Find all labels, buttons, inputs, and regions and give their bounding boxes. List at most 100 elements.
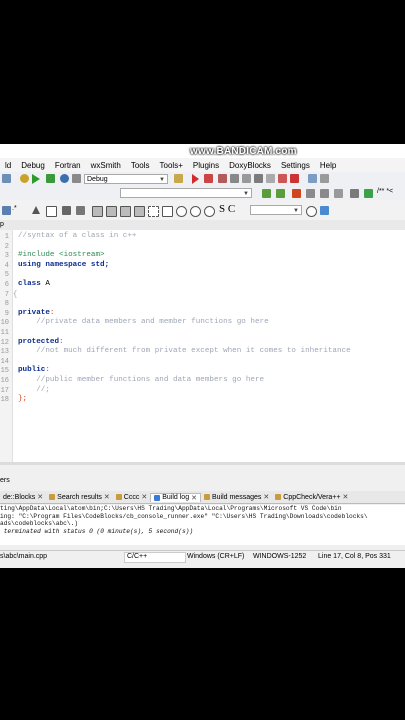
run-icon[interactable] [32, 174, 40, 184]
search-letters[interactable]: S C [219, 203, 235, 215]
rebuild-icon[interactable] [60, 174, 69, 183]
line-number: 17 [0, 386, 9, 395]
close-icon[interactable]: ✕ [191, 494, 197, 502]
close-icon[interactable]: ✕ [263, 493, 269, 501]
close-icon[interactable]: ✕ [104, 493, 110, 501]
zoom-in-icon[interactable] [176, 206, 187, 217]
next-instruction-icon[interactable] [254, 174, 263, 183]
debug-icon[interactable] [192, 174, 199, 184]
zoom-out-icon[interactable] [190, 206, 201, 217]
step-into-icon[interactable] [230, 174, 239, 183]
close-icon[interactable]: ✕ [141, 493, 147, 501]
regex-icon[interactable]: .* [12, 205, 17, 212]
menu-item[interactable]: Debug [16, 161, 50, 170]
line-number: 2 [4, 242, 9, 251]
debug-windows-icon[interactable] [308, 174, 317, 183]
log-tab-label: Build log [162, 494, 190, 501]
find-next-icon[interactable] [320, 206, 329, 215]
log-tab-icon [154, 494, 161, 501]
log-tab[interactable]: CppCheck/Vera++ ✕ [272, 493, 351, 501]
log-tab[interactable]: Build messages ✕ [201, 493, 272, 501]
code-line: class A [18, 280, 50, 290]
code-token: public [18, 366, 46, 375]
box-icon[interactable] [92, 206, 103, 217]
gear-icon[interactable] [20, 174, 29, 183]
line-number: 11 [0, 329, 9, 337]
box-3-icon[interactable] [120, 206, 131, 217]
menu-item[interactable]: wxSmith [86, 161, 126, 170]
bookmark-clear-icon[interactable] [334, 189, 343, 198]
step-instruction-icon[interactable] [266, 174, 275, 183]
code-editor[interactable]: 1 //syntax of a class in c++ 2 3 #include <i… [0, 230, 405, 462]
line-number: 12 [0, 338, 9, 347]
search-icon[interactable] [2, 174, 11, 183]
menu-item[interactable]: Settings [276, 161, 315, 170]
doxyblocks-run-icon[interactable] [364, 189, 373, 198]
menu-item[interactable]: Plugins [188, 161, 224, 170]
log-tab-label: Search results [57, 493, 102, 501]
search-scope-select[interactable]: ▼ [250, 205, 302, 215]
line-number: 6 [4, 281, 9, 289]
build-target-select[interactable]: Debug ▼ [84, 174, 168, 184]
line-number: 1 [4, 233, 9, 241]
code-completion-scope-select[interactable]: ▼ [120, 188, 252, 198]
bookmark-next-icon[interactable] [320, 189, 329, 198]
shape-2-icon[interactable] [76, 206, 85, 215]
project-icon[interactable] [174, 174, 183, 183]
build-target-value: Debug [87, 176, 108, 183]
dashed-box-icon[interactable] [148, 206, 159, 217]
line-number: 14 [0, 357, 9, 366]
fold-marker[interactable]: { [13, 291, 17, 299]
menu-item[interactable]: Tools [126, 161, 155, 170]
log-tab-icon [49, 494, 56, 500]
debug-run-to-cursor-icon[interactable] [204, 174, 213, 183]
jump-forward-icon[interactable] [276, 189, 285, 198]
step-out-icon[interactable] [242, 174, 251, 183]
comment-block-hint[interactable]: /** *< [377, 188, 393, 195]
box-4-icon[interactable] [134, 206, 145, 217]
shape-icon[interactable] [62, 206, 71, 215]
code-token: class [18, 280, 46, 288]
line-number: 3 [4, 252, 9, 261]
editor-tab[interactable]: p [0, 221, 4, 228]
debug-info-icon[interactable] [320, 174, 329, 183]
close-icon[interactable]: ✕ [342, 493, 348, 501]
bookmark-prev-icon[interactable] [306, 189, 315, 198]
menu-item[interactable]: Tools+ [155, 161, 188, 170]
log-tab[interactable]: Search results ✕ [46, 493, 113, 501]
step-next-icon[interactable] [218, 174, 227, 183]
close-icon[interactable]: ✕ [37, 493, 43, 501]
menu-item[interactable]: Help [315, 161, 341, 170]
menu-item[interactable]: ld [0, 161, 16, 170]
log-line: ing: "C:\Program Files\CodeBlocks/cb_con… [0, 512, 368, 520]
status-position: Line 17, Col 8, Pos 331 [318, 553, 391, 560]
log-tab[interactable]: Build log ✕ [150, 492, 201, 502]
find-icon[interactable] [306, 206, 317, 217]
code-line: //private data members and member functi… [18, 318, 268, 328]
stop-debugger-icon[interactable] [290, 174, 299, 183]
log-tab[interactable]: de::Blocks ✕ [0, 493, 46, 502]
zoom-reset-icon[interactable] [204, 206, 215, 217]
line-number: 9 [4, 309, 9, 318]
break-icon[interactable] [278, 174, 287, 183]
doxyblocks-icon[interactable] [350, 189, 359, 198]
build-run-icon[interactable] [46, 174, 55, 183]
code-token: //public member functions and data membe… [18, 376, 265, 384]
box-5-icon[interactable] [162, 206, 173, 217]
menu-item[interactable]: Fortran [50, 161, 86, 170]
menu-item[interactable]: DoxyBlocks [224, 161, 276, 170]
log-tab[interactable]: Cccc ✕ [113, 493, 150, 501]
code-line: public: [18, 366, 50, 376]
box-2-icon[interactable] [106, 206, 117, 217]
pointer-icon[interactable] [32, 206, 40, 214]
build-log-output[interactable]: ting\AppData\Local\atom\bin;C:\Users\HS … [0, 505, 405, 545]
code-token: //not much different from private except… [18, 347, 351, 356]
status-encoding: WINDOWS-1252 [253, 553, 307, 560]
abort-icon[interactable] [72, 174, 81, 183]
bookmark-toggle-icon[interactable] [292, 189, 301, 198]
rectangle-icon[interactable] [46, 206, 57, 217]
select-icon[interactable] [2, 206, 11, 215]
status-language: C/C++ [124, 552, 186, 563]
log-tab-label: de::Blocks [3, 493, 36, 501]
jump-back-icon[interactable] [262, 189, 271, 198]
